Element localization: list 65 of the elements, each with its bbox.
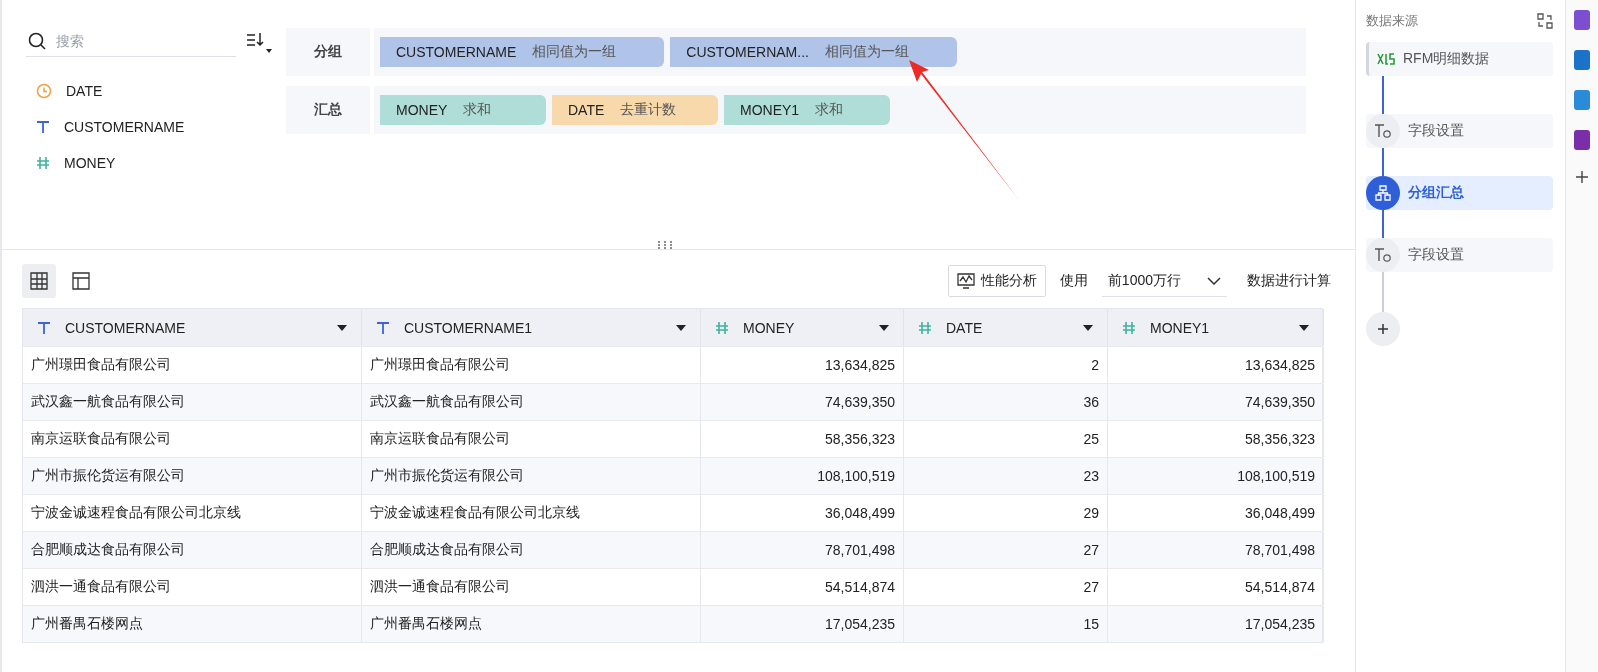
- layout-icon: [72, 272, 90, 290]
- table-cell: 15: [904, 606, 1108, 642]
- field-chip[interactable]: MONEY1 求和: [724, 95, 890, 125]
- field-chip[interactable]: CUSTOMERNAME 相同值为一组: [380, 37, 665, 67]
- field-chip[interactable]: MONEY 求和: [380, 95, 546, 125]
- chip-aggregation: 相同值为一组: [824, 43, 909, 61]
- chip-field: CUSTOMERNAME: [396, 44, 517, 60]
- shelf-label: 分组: [286, 28, 370, 76]
- caret-icon[interactable]: [676, 324, 686, 331]
- hash-icon: [36, 156, 50, 170]
- field-item[interactable]: DATE: [26, 73, 272, 109]
- field-item[interactable]: MONEY: [26, 145, 272, 181]
- swap-icon[interactable]: [1537, 13, 1553, 29]
- hash-icon: [1122, 320, 1136, 335]
- performance-analysis-button[interactable]: 性能分析: [947, 265, 1046, 297]
- chip-field: MONEY: [396, 102, 448, 118]
- chip-aggregation: 求和: [815, 101, 844, 119]
- caret-icon[interactable]: [879, 324, 889, 331]
- field-name: CUSTOMERNAME: [64, 119, 185, 135]
- hash-icon: [918, 320, 932, 335]
- step-item[interactable]: 分组汇总: [1366, 176, 1553, 210]
- search-icon: [28, 32, 46, 50]
- step-item[interactable]: 字段设置: [1366, 238, 1553, 272]
- chip-aggregation: 去重计数: [620, 101, 677, 119]
- hash-icon: [715, 320, 729, 335]
- field-node-icon: [1366, 238, 1400, 272]
- table-cell: 17,054,235: [1108, 606, 1324, 642]
- field-item[interactable]: CUSTOMERNAME: [26, 109, 272, 145]
- text-type-icon: [376, 320, 390, 335]
- chevron-down-icon: [1207, 276, 1221, 285]
- field-name: DATE: [66, 83, 103, 99]
- compute-label: 数据进行计算: [1247, 272, 1331, 290]
- field-node-icon: [1366, 114, 1400, 148]
- chip-aggregation: 求和: [463, 101, 492, 119]
- chip-field: DATE: [568, 102, 605, 118]
- table-cell: 广州番禺石楼网点: [362, 606, 701, 642]
- add-step-button[interactable]: [1366, 312, 1400, 346]
- panel-title: 数据来源: [1366, 12, 1418, 30]
- table-cell: 广州番禺石楼网点: [23, 606, 362, 642]
- plus-icon: [1377, 323, 1389, 335]
- step-item[interactable]: 字段设置: [1366, 114, 1553, 148]
- use-label: 使用: [1059, 272, 1088, 290]
- plus-icon[interactable]: [1575, 170, 1589, 184]
- data-source-item[interactable]: RFM明细数据: [1366, 42, 1553, 76]
- caret-icon[interactable]: [1299, 324, 1309, 331]
- field-chip[interactable]: CUSTOMERNAM... 相同值为一组: [670, 37, 957, 67]
- chip-field: MONEY1: [740, 102, 800, 118]
- grid-view-button[interactable]: [22, 264, 56, 298]
- text-type-icon: [36, 120, 50, 134]
- clock-icon: [36, 83, 52, 99]
- sort-icon[interactable]: [246, 30, 272, 55]
- chip-field: CUSTOMERNAM...: [686, 44, 809, 60]
- chip-aggregation: 相同值为一组: [532, 43, 617, 61]
- caret-icon[interactable]: [337, 324, 347, 331]
- text-type-icon: [37, 320, 51, 335]
- caret-icon[interactable]: [1083, 324, 1093, 331]
- field-name: MONEY: [64, 155, 116, 171]
- shelf-label: 汇总: [286, 86, 370, 134]
- grid-icon: [30, 272, 48, 290]
- resize-handle-icon[interactable]: [657, 240, 673, 250]
- excel-icon: [1377, 53, 1395, 65]
- table-cell: 17,054,235: [701, 606, 904, 642]
- row-limit-select[interactable]: 前1000万行: [1101, 265, 1227, 297]
- chart-icon: [956, 273, 975, 289]
- field-chip[interactable]: DATE 去重计数: [552, 95, 718, 125]
